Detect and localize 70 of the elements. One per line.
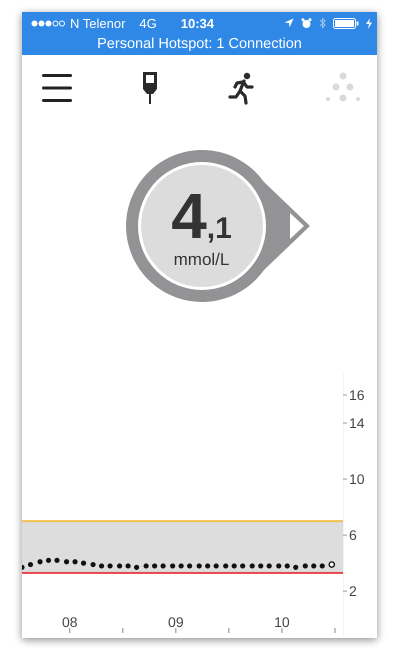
- data-point: [98, 563, 104, 569]
- axis-label: 10: [349, 471, 365, 488]
- bluetooth-icon: [319, 17, 326, 29]
- axis-tick: [334, 628, 336, 633]
- hotspot-banner[interactable]: Personal Hotspot: 1 Connection: [97, 34, 302, 54]
- axis-tick: [175, 628, 176, 633]
- axis-label: 10: [274, 614, 290, 630]
- menu-icon[interactable]: [42, 72, 72, 104]
- axis-tick: [281, 628, 282, 633]
- data-point: [37, 559, 43, 564]
- data-point: [223, 563, 228, 569]
- axis-tick: [228, 628, 230, 633]
- axis-label: 14: [349, 415, 365, 432]
- axis-tick: [343, 394, 347, 396]
- data-point: [107, 563, 113, 569]
- data-point: [258, 563, 264, 569]
- axis-tick: [343, 478, 347, 480]
- data-point: [205, 563, 210, 569]
- data-point: [126, 563, 131, 569]
- axis-label: 6: [349, 527, 357, 544]
- data-point: [134, 564, 140, 570]
- alarm-icon: [301, 18, 312, 28]
- axis-label: 2: [349, 583, 357, 600]
- data-point: [276, 563, 282, 569]
- data-point: [160, 563, 166, 569]
- data-point: [250, 563, 255, 569]
- axis-label: 09: [168, 614, 184, 630]
- data-point: [240, 563, 246, 569]
- data-point: [170, 563, 176, 569]
- data-point: [28, 562, 34, 568]
- axis-label: 16: [349, 387, 365, 404]
- data-point: [266, 563, 272, 569]
- data-point: [46, 558, 52, 563]
- axis-tick: [343, 534, 347, 536]
- data-point: [214, 563, 219, 569]
- data-point: [54, 558, 60, 563]
- data-point: [232, 563, 237, 569]
- axis-label: 08: [62, 614, 78, 630]
- data-point: [22, 564, 25, 570]
- data-point: [72, 559, 78, 564]
- current-point: [328, 561, 336, 568]
- running-person-icon[interactable]: [228, 71, 256, 106]
- charging-icon: [366, 18, 372, 28]
- data-point: [152, 563, 158, 569]
- meter-icon[interactable]: [141, 71, 159, 106]
- data-point: [320, 563, 325, 569]
- glucose-unit: mmol/L: [174, 250, 230, 270]
- data-point: [293, 564, 298, 570]
- signal-icon: [31, 20, 65, 26]
- data-point: [117, 563, 122, 569]
- location-icon: [284, 18, 294, 28]
- axis-tick: [69, 628, 70, 633]
- network-type: 4G: [139, 16, 157, 30]
- battery-icon: [333, 18, 359, 28]
- data-point: [311, 563, 316, 569]
- status-time: 10:34: [180, 16, 214, 30]
- axis-tick: [343, 590, 347, 592]
- data-point: [80, 560, 86, 566]
- carrier-name: N Telenor: [70, 16, 126, 30]
- axis-tick: [122, 628, 124, 633]
- data-point: [178, 563, 184, 569]
- data-point: [187, 563, 192, 569]
- data-point: [196, 563, 202, 569]
- data-point: [64, 559, 70, 564]
- data-point: [284, 563, 290, 569]
- axis-tick: [343, 422, 347, 424]
- data-point: [302, 563, 308, 569]
- data-point: [90, 562, 96, 568]
- glucose-value: 4,1: [171, 184, 232, 248]
- data-point: [144, 563, 149, 569]
